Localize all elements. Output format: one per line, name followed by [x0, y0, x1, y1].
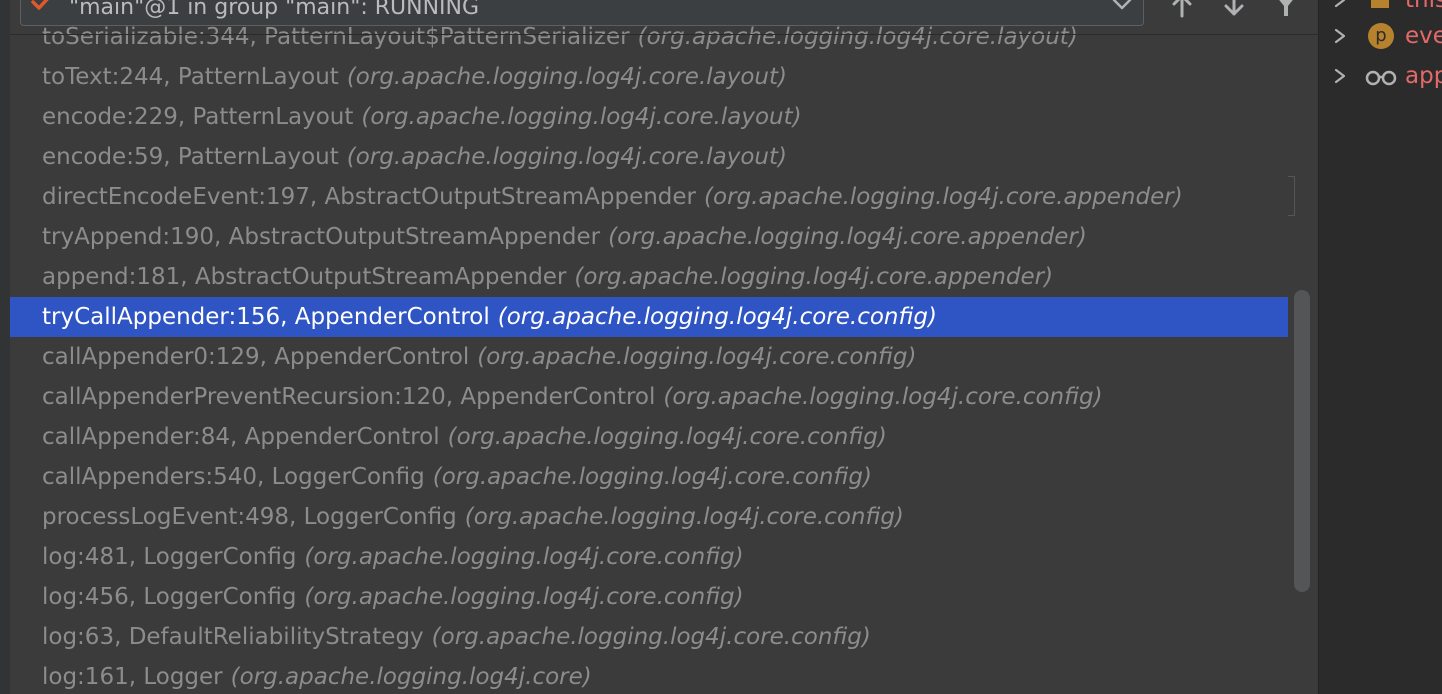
frame-package: (org.apache.logging.log4j.core.layout) — [346, 144, 787, 170]
debugger-window: toSerializable:344, PatternLayout$Patter… — [0, 0, 1442, 694]
frame-row[interactable]: log:63, DefaultReliabilityStrategy (org.a… — [10, 617, 1288, 657]
frame-row[interactable]: encode:59, PatternLayout (org.apache.logg… — [10, 137, 1288, 177]
variable-name: eve — [1405, 23, 1442, 49]
frame-method: append:181, AbstractOutputStreamAppender — [42, 264, 567, 290]
frame-method: toText:244, PatternLayout — [42, 64, 339, 90]
chevron-right-icon[interactable] — [1333, 0, 1347, 8]
frame-package: (org.apache.logging.log4j.core.config) — [304, 544, 744, 570]
frame-method: log:63, DefaultReliabilityStrategy — [42, 624, 424, 650]
frames-list[interactable]: toSerializable:344, PatternLayout$Patter… — [10, 17, 1288, 694]
variable-row[interactable]: p eve — [1319, 16, 1442, 56]
frame-row[interactable]: callAppender:84, AppenderControl (org.apa… — [10, 417, 1288, 457]
frame-row[interactable]: callAppenderPreventRecursion:120, Append… — [10, 377, 1288, 417]
thread-selector-dropdown[interactable]: "main"@1 in group "main": RUNNING — [20, 0, 1144, 26]
field-icon — [1371, 0, 1389, 8]
frame-method: callAppenders:540, LoggerConfig — [42, 464, 425, 490]
frame-row[interactable]: log:456, LoggerConfig (org.apache.logging… — [10, 577, 1288, 617]
frame-package: (org.apache.logging.log4j.core.config) — [464, 504, 904, 530]
frame-package: (org.apache.logging.log4j.core.layout) — [361, 104, 802, 130]
frame-package: (org.apache.logging.log4j.core) — [230, 664, 592, 690]
frame-method: encode:59, PatternLayout — [42, 144, 339, 170]
frame-row[interactable]: callAppender0:129, AppenderControl (org.a… — [10, 337, 1288, 377]
frame-method: log:481, LoggerConfig — [42, 544, 297, 570]
frame-row[interactable]: processLogEvent:498, LoggerConfig (org.ap… — [10, 497, 1288, 537]
frames-panel: toSerializable:344, PatternLayout$Patter… — [0, 0, 1318, 694]
chevron-right-icon[interactable] — [1333, 68, 1347, 84]
frame-method: toSerializable:344, PatternLayout$Patter… — [42, 24, 630, 50]
frame-method: log:161, Logger — [42, 664, 223, 690]
frame-method: encode:229, PatternLayout — [42, 104, 354, 130]
frame-package: (org.apache.logging.log4j.core.config) — [304, 584, 744, 610]
frame-method: processLogEvent:498, LoggerConfig — [42, 504, 457, 530]
frame-package: (org.apache.logging.log4j.core.config) — [432, 464, 872, 490]
toolbar-divider — [10, 34, 1318, 35]
frame-package: (org.apache.logging.log4j.core.config) — [477, 344, 917, 370]
frame-method: tryAppend:190, AbstractOutputStreamAppen… — [42, 224, 601, 250]
frame-method: log:456, LoggerConfig — [42, 584, 297, 610]
frame-row[interactable]: log:481, LoggerConfig (org.apache.logging… — [10, 537, 1288, 577]
frame-package: (org.apache.logging.log4j.core.layout) — [346, 64, 788, 90]
frame-package: (org.apache.logging.log4j.core.appender) — [704, 184, 1183, 210]
frame-row[interactable]: directEncodeEvent:197, AbstractOutputStr… — [10, 177, 1288, 217]
frame-method: callAppenderPreventRecursion:120, Append… — [42, 384, 656, 410]
variable-row[interactable]: app — [1319, 56, 1442, 96]
variables-panel: this p eve app — [1319, 0, 1442, 694]
hover-highlight-edge — [1288, 176, 1295, 216]
chevron-down-icon — [1112, 0, 1132, 10]
frame-row[interactable]: callAppenders:540, LoggerConfig (org.apac… — [10, 457, 1288, 497]
frame-method: tryCallAppender:156, AppenderControl — [42, 304, 490, 330]
frame-row[interactable]: tryAppend:190, AbstractOutputStreamAppen… — [10, 217, 1288, 257]
arrow-down-icon[interactable] — [1218, 0, 1250, 24]
frame-method: directEncodeEvent:197, AbstractOutputStr… — [42, 184, 697, 210]
frame-method: callAppender0:129, AppenderControl — [42, 344, 470, 370]
frame-row[interactable]: append:181, AbstractOutputStreamAppender… — [10, 257, 1288, 297]
frame-row[interactable]: encode:229, PatternLayout (org.apache.log… — [10, 97, 1288, 137]
frame-row-selected[interactable]: tryCallAppender:156, AppenderControl (org… — [10, 297, 1288, 337]
frame-row[interactable]: log:161, Logger (org.apache.logging.log4j… — [10, 657, 1288, 694]
thread-label: "main"@1 in group "main": RUNNING — [69, 0, 480, 20]
frames-gutter — [0, 0, 10, 694]
frame-package: (org.apache.logging.log4j.core.config) — [431, 624, 871, 650]
scrollbar-thumb[interactable] — [1294, 290, 1310, 592]
watch-glasses-icon — [1365, 70, 1397, 86]
frame-method: callAppender:84, AppenderControl — [42, 424, 440, 450]
frame-package: (org.apache.logging.log4j.core.config) — [447, 424, 887, 450]
frame-package: (org.apache.logging.log4j.core.config) — [497, 304, 937, 330]
frame-package: (org.apache.logging.log4j.core.appender) — [608, 224, 1087, 250]
parameter-icon: p — [1368, 23, 1394, 49]
frame-package: (org.apache.logging.log4j.core.appender) — [574, 264, 1054, 290]
frame-package: (org.apache.logging.log4j.core.config) — [663, 384, 1103, 410]
variable-name: app — [1405, 63, 1442, 89]
frame-row[interactable]: toText:244, PatternLayout (org.apache.log… — [10, 57, 1288, 97]
chevron-right-icon[interactable] — [1333, 28, 1347, 44]
checkmark-icon — [31, 0, 49, 10]
filter-icon[interactable] — [1270, 0, 1302, 24]
arrow-up-icon[interactable] — [1166, 0, 1198, 24]
frame-package: (org.apache.logging.log4j.core.layout) — [637, 24, 1078, 50]
